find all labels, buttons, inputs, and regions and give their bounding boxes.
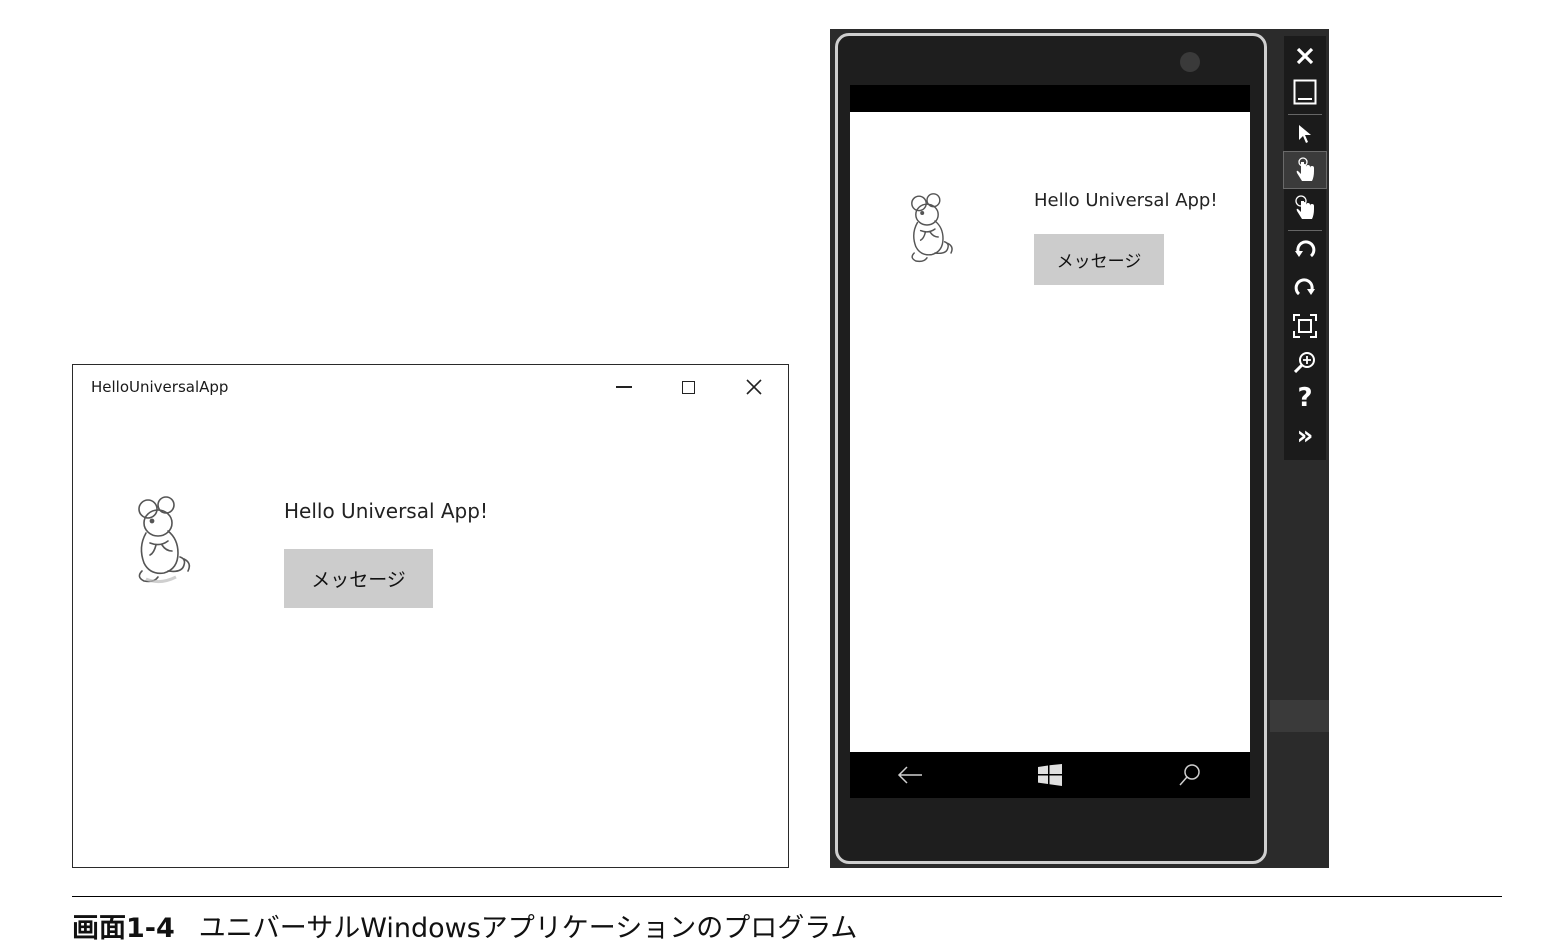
maximize-button[interactable] [657, 365, 719, 409]
help-button[interactable]: ? [1284, 380, 1326, 416]
rotate-left-button[interactable] [1284, 232, 1326, 268]
search-icon [1179, 764, 1200, 786]
rotate-right-button[interactable] [1284, 270, 1326, 306]
search-button[interactable] [1160, 752, 1220, 798]
minimize-button[interactable] [593, 365, 655, 409]
single-touch-button[interactable] [1283, 151, 1327, 189]
figure-title: ユニバーサルWindowsアプリケーションのプログラム [198, 913, 858, 944]
maximize-icon [681, 380, 695, 394]
multi-touch-button[interactable] [1284, 190, 1326, 226]
emulator-minimize-button[interactable] [1284, 74, 1326, 110]
window-title: HelloUniversalApp [91, 378, 229, 396]
fit-to-screen-icon [1293, 314, 1317, 338]
phone-status-bar [850, 85, 1250, 112]
desktop-app-window: HelloUniversalApp Hello Universal App! メ… [72, 364, 789, 868]
close-icon [1296, 47, 1314, 65]
rotate-left-icon [1295, 240, 1316, 258]
multi-touch-icon [1295, 195, 1314, 219]
hello-text: Hello Universal App! [1034, 190, 1218, 211]
single-touch-icon [1296, 157, 1314, 181]
mouse-mascot-icon [911, 193, 953, 263]
mouse-input-button[interactable] [1284, 116, 1326, 152]
start-button[interactable] [1020, 752, 1080, 798]
mouse-pointer-icon [1299, 125, 1311, 143]
emulator-side-strip [1270, 700, 1329, 732]
mouse-mascot-icon [138, 496, 191, 584]
more-tools-icon: » [1296, 421, 1314, 451]
zoom-icon [1294, 352, 1315, 373]
back-arrow-icon [897, 766, 922, 784]
message-button[interactable]: メッセージ [284, 549, 433, 608]
help-icon: ? [1297, 383, 1313, 413]
back-button[interactable] [880, 752, 940, 798]
phone-screen: Hello Universal App! メッセージ [850, 112, 1250, 752]
minimize-icon [1293, 79, 1317, 105]
close-icon [746, 379, 762, 395]
close-button[interactable] [723, 365, 785, 409]
phone-nav-bar [850, 752, 1250, 798]
more-tools-button[interactable]: » [1284, 418, 1326, 454]
hello-text: Hello Universal App! [284, 499, 488, 523]
windows-start-icon [1038, 764, 1062, 786]
figure-number: 画面1-4 [72, 913, 175, 944]
minimize-icon [616, 386, 632, 388]
toolbar-separator [1288, 114, 1322, 115]
fit-to-screen-button[interactable] [1284, 308, 1326, 344]
emulator-close-button[interactable] [1284, 38, 1326, 74]
zoom-button[interactable] [1284, 344, 1326, 380]
emulator-toolbar: ? » [1283, 36, 1327, 460]
figure-caption: 画面1-4 ユニバーサルWindowsアプリケーションのプログラム [72, 906, 857, 945]
message-button[interactable]: メッセージ [1034, 234, 1164, 285]
camera-icon [1180, 52, 1200, 72]
rotate-right-icon [1294, 278, 1315, 296]
toolbar-separator [1288, 230, 1322, 231]
caption-rule [72, 896, 1502, 897]
